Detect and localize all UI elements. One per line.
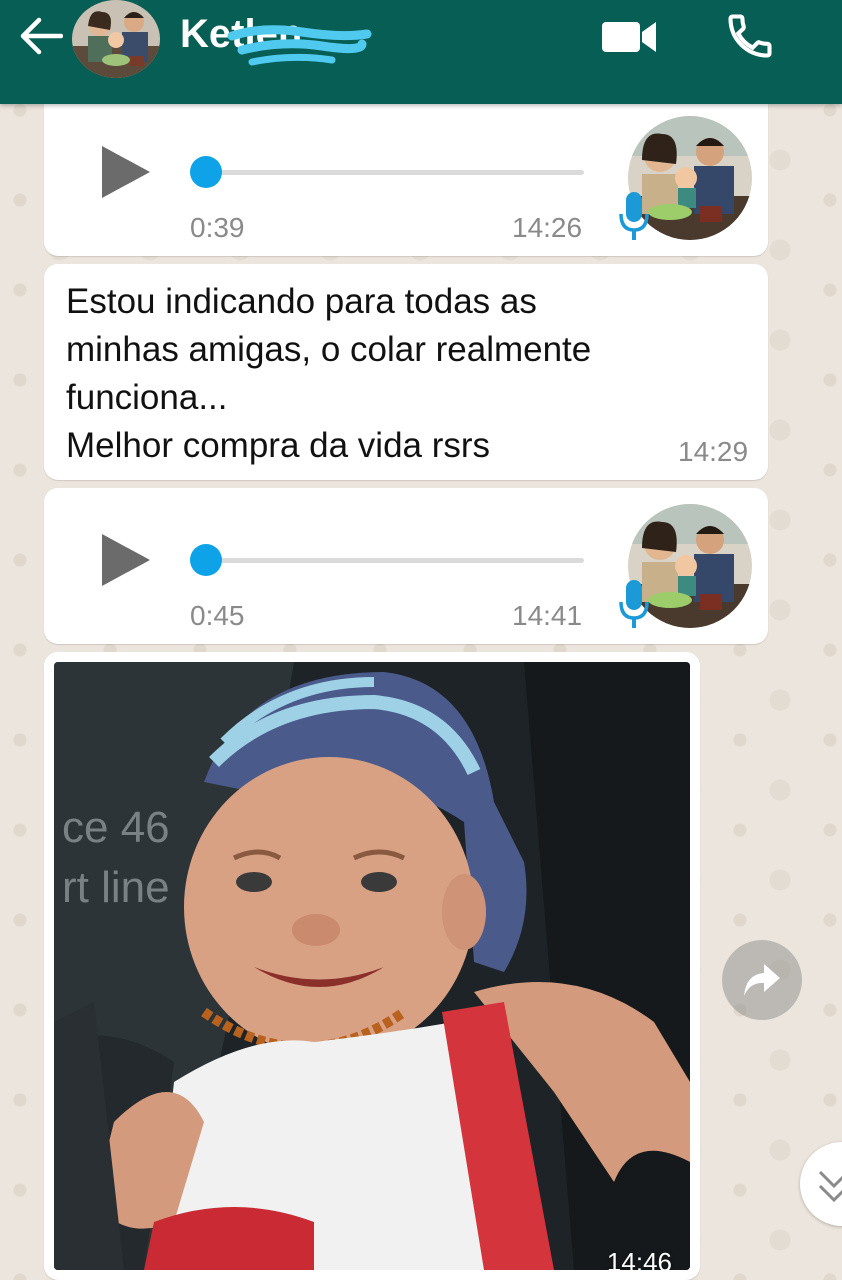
voice-message: 0:45 14:41 <box>44 488 768 644</box>
arrow-left-icon <box>20 17 63 55</box>
text-message: Estou indicando para todas as minhas ami… <box>44 264 768 480</box>
audio-seek-thumb[interactable] <box>190 544 222 576</box>
message-text: Estou indicando para todas as minhas ami… <box>66 282 592 465</box>
redaction-scribble <box>227 25 372 66</box>
play-icon[interactable] <box>98 530 154 590</box>
forward-button[interactable] <box>722 940 802 1020</box>
video-call-icon[interactable] <box>600 14 658 58</box>
contact-avatar[interactable] <box>72 0 160 78</box>
microphone-icon <box>619 580 649 628</box>
share-arrow-icon <box>744 964 780 996</box>
chat-header: Ketlen <box>0 0 842 104</box>
voice-message: 0:39 14:26 <box>44 104 768 256</box>
audio-seek-thumb[interactable] <box>190 156 222 188</box>
audio-seek-track[interactable] <box>192 558 584 563</box>
back-button[interactable] <box>14 14 68 58</box>
message-time: 14:26 <box>512 212 583 243</box>
message-time: 14:46 <box>606 1247 672 1270</box>
voice-duration: 0:45 <box>190 600 245 631</box>
baby-photo[interactable]: ce 46 rt line 14:46 <box>54 662 690 1270</box>
double-chevron-down-icon <box>818 1170 842 1203</box>
scroll-down-button[interactable] <box>800 1142 842 1226</box>
message-time: 14:41 <box>512 600 583 631</box>
image-message: ce 46 rt line 14:46 <box>44 652 700 1280</box>
voice-duration: 0:39 <box>190 212 245 243</box>
audio-seek-track[interactable] <box>192 170 584 175</box>
message-time: 14:29 <box>678 436 749 467</box>
phone-icon[interactable] <box>724 10 776 62</box>
microphone-icon <box>619 192 649 240</box>
play-icon[interactable] <box>98 142 154 202</box>
